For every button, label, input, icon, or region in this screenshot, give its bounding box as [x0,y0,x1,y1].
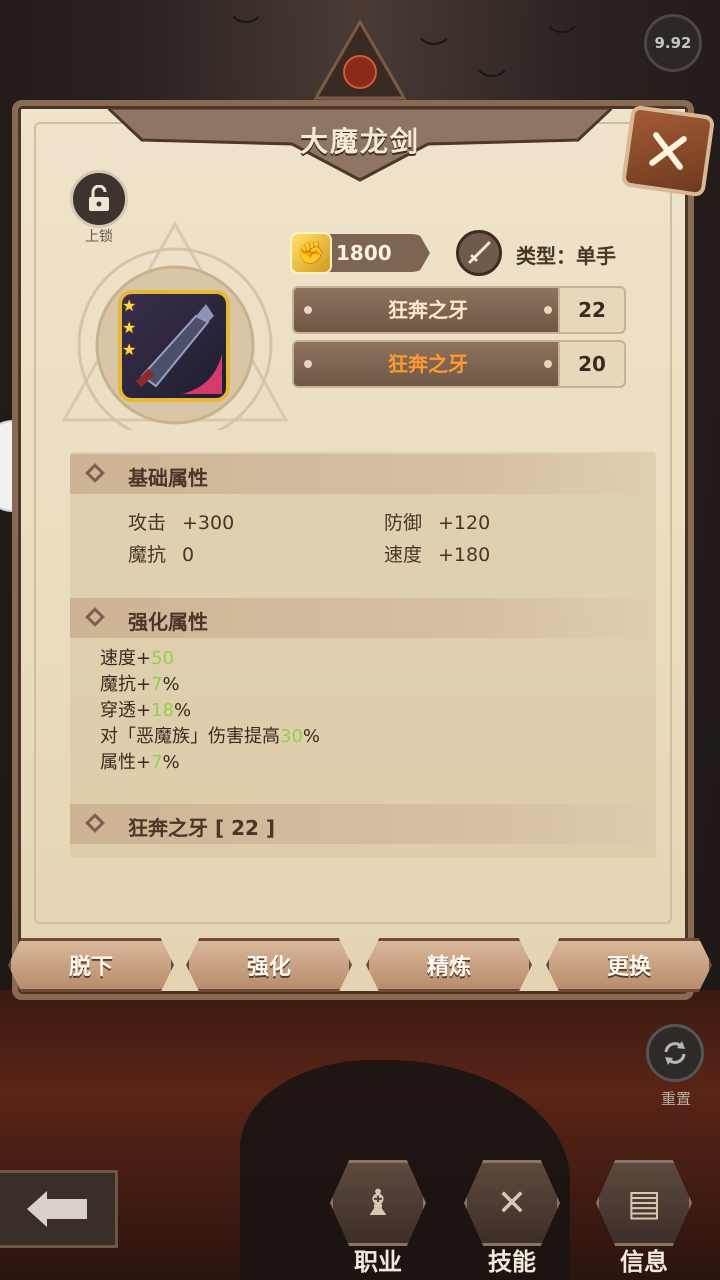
bat-decoration: ︶ [478,67,507,100]
item-title: 大魔龙剑 [299,125,420,158]
stat-speed: 速度 +180 [384,544,491,566]
chess-piece-icon: ♝ [361,1182,395,1224]
skill-rune-icon: ✕ [496,1182,528,1224]
close-button[interactable] [620,104,716,198]
section-header-enhance: 强化属性 [70,598,656,638]
refresh-icon [664,1041,686,1065]
stat-magic-resist: 魔抗 0 [128,544,195,566]
guild-emblem-icon [313,19,407,100]
fist-power-icon: ✊ [290,232,332,274]
dragon-sword-icon [135,304,222,394]
weapon-type-label: 类型：单手 [516,244,616,268]
enhance-button[interactable]: 强化 [186,938,352,992]
replace-button[interactable]: 更换 [546,938,712,992]
unlock-icon [89,185,109,211]
diamond-icon [85,463,105,483]
close-icon [649,132,687,170]
back-button[interactable] [0,1170,118,1248]
skill-row-1[interactable]: 狂奔之牙 22 [292,286,626,334]
nav-class-button[interactable]: ♝ [330,1160,426,1246]
nav-class-label: 职业 [354,1248,402,1276]
refine-button[interactable]: 精炼 [366,938,532,992]
enhance-line: 速度+50 [100,648,174,669]
diamond-icon [85,607,105,627]
enhance-line: 对「恶魔族」伤害提高30% [100,726,321,747]
section-header-skill: 狂奔之牙 [ 22 ] [70,804,656,844]
skill-level: 22 [558,288,624,332]
nav-info-button[interactable]: ▤ [596,1160,692,1246]
section-title: 狂奔之牙 [ 22 ] [128,816,276,840]
enhance-line: 属性+7% [100,752,180,773]
star-icon: ★ [122,340,137,359]
stat-attack: 攻击 +300 [128,512,235,534]
bat-decoration: ︶ [232,13,261,46]
reset-label: 重置 [660,1090,691,1108]
version-badge: 9.92 [644,14,702,72]
skill-level: 20 [558,342,624,386]
back-arrow-icon [26,1191,87,1227]
stat-defense: 防御 +120 [384,512,491,534]
nav-skills-button[interactable]: ✕ [464,1160,560,1246]
reset-button[interactable] [646,1024,704,1082]
cost-value: 1800 [336,241,392,265]
section-title: 基础属性 [128,466,208,490]
sword-type-icon [456,230,502,276]
section-title: 强化属性 [128,610,208,634]
rarity-stars: ★ ★ ★ [122,296,136,360]
nav-skills-label: 技能 [488,1248,536,1276]
attributes-scroll-area[interactable]: 基础属性 攻击 +300 防御 +120 魔抗 0 速度 +180 强化属性 速度+50… [70,452,656,858]
skill-name: 狂奔之牙 [388,298,468,322]
star-icon: ★ [122,318,137,337]
star-icon: ★ [122,296,137,315]
section-header-basic: 基础属性 [70,454,656,494]
skill-name: 狂奔之牙 [388,352,468,376]
enhance-line: 穿透+18% [100,700,192,721]
bat-decoration: ︶ [420,35,449,68]
unequip-button[interactable]: 脱下 [8,938,174,992]
bat-decoration: ︶ [548,23,577,56]
enhance-line: 魔抗+7% [100,674,180,695]
document-icon: ▤ [626,1182,661,1224]
nav-info-label: 信息 [620,1248,668,1276]
skill-row-2[interactable]: 狂奔之牙 20 [292,340,626,388]
diamond-icon [85,813,105,833]
